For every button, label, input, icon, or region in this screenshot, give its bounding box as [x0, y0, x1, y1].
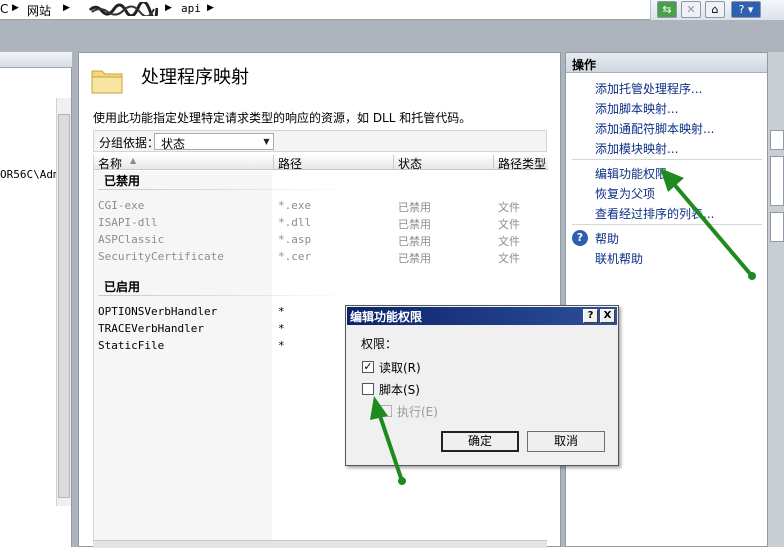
- connections-panel: OR56C\Adm: [0, 52, 72, 547]
- right-edge-panel: [768, 52, 784, 547]
- chevron-right-icon: ▶: [12, 3, 19, 13]
- chevron-right-icon: ▶: [63, 3, 70, 13]
- stop-icon[interactable]: ✕: [681, 1, 701, 18]
- home-icon[interactable]: ⌂: [705, 1, 725, 18]
- feature-description: 使用此功能指定处理特定请求类型的响应的资源，如 DLL 和托管代码。: [93, 111, 472, 125]
- dialog-title: 编辑功能权限: [350, 310, 423, 324]
- cancel-button[interactable]: 取消: [527, 431, 605, 452]
- cell-name: StaticFile: [98, 339, 165, 352]
- cell-name: OPTIONSVerbHandler: [98, 305, 218, 318]
- actions-header: 操作: [566, 53, 767, 73]
- column-header-name[interactable]: 名称 ▲: [94, 155, 274, 169]
- group-header-disabled[interactable]: 已禁用: [104, 172, 140, 189]
- column-header-label: 名称: [98, 157, 123, 169]
- cell-type: 文件: [498, 218, 520, 231]
- script-checkbox[interactable]: [362, 383, 374, 395]
- script-label[interactable]: 脚本(S): [379, 381, 420, 398]
- cell-state: 已禁用: [398, 235, 431, 248]
- edit-feature-permissions-dialog: 编辑功能权限 ? X 权限： ✓ 读取(R) 脚本(S) 执行(E) 确定 取消: [345, 305, 619, 466]
- dialog-titlebar[interactable]: 编辑功能权限 ? X: [347, 307, 617, 325]
- group-divider: [98, 189, 354, 190]
- edge-dropdown[interactable]: [770, 212, 784, 242]
- cell-path: *: [278, 339, 285, 352]
- page-title: 处理程序映射: [141, 67, 249, 88]
- tree-scrollbar[interactable]: [56, 98, 71, 506]
- cell-type: 文件: [498, 235, 520, 248]
- help-icon[interactable]: ? ▾: [731, 1, 761, 18]
- dialog-help-button[interactable]: ?: [583, 309, 598, 323]
- actions-title: 操作: [572, 58, 597, 72]
- action-help[interactable]: 帮助: [595, 230, 619, 247]
- cell-name: ISAPI-dll: [98, 216, 158, 229]
- column-header-pathtype[interactable]: 路径类型: [494, 155, 548, 169]
- action-add-module-map[interactable]: 添加模块映射...: [595, 140, 678, 157]
- execute-label: 执行(E): [397, 405, 438, 419]
- help-icon: ?: [572, 230, 588, 246]
- cell-path: *: [278, 322, 285, 335]
- cell-path: *.dll: [278, 216, 312, 229]
- group-divider: [98, 295, 354, 296]
- action-add-wildcard-script-map[interactable]: 添加通配符脚本映射...: [595, 120, 714, 137]
- cell-path: *.cer: [278, 250, 312, 263]
- folder-icon: [91, 70, 123, 94]
- dialog-close-button[interactable]: X: [600, 309, 615, 323]
- refresh-icon[interactable]: ⇆: [657, 1, 677, 18]
- groupby-select[interactable]: 状态 ▼: [154, 133, 274, 151]
- cell-state: 已禁用: [398, 218, 431, 231]
- column-header-path[interactable]: 路径: [274, 155, 394, 169]
- edge-block: [770, 156, 784, 206]
- address-bar[interactable]: C ▶ 网站 ▶ ▶ api ▶ ⇆ ✕ ⌂ ? ▾: [0, 0, 784, 20]
- read-label[interactable]: 读取(R): [379, 359, 421, 376]
- cell-path: *: [278, 305, 285, 318]
- ok-button[interactable]: 确定: [441, 431, 519, 452]
- tree-scrollbar-thumb[interactable]: [58, 114, 70, 498]
- cell-type: 文件: [498, 201, 520, 214]
- actions-divider: [572, 159, 762, 160]
- groupby-bar: 分组依据： 状态 ▼: [93, 130, 547, 152]
- action-add-script-map[interactable]: 添加脚本映射...: [595, 100, 678, 117]
- cell-type: 文件: [498, 252, 520, 265]
- read-checkbox[interactable]: ✓: [362, 361, 374, 373]
- actions-divider: [572, 224, 762, 225]
- action-online-help[interactable]: 联机帮助: [595, 250, 643, 267]
- toolbar: ⇆ ✕ ⌂ ? ▾: [650, 0, 784, 20]
- cell-name: TRACEVerbHandler: [98, 322, 204, 335]
- feature-panel: 处理程序映射 使用此功能指定处理特定请求类型的响应的资源，如 DLL 和托管代码…: [78, 52, 561, 548]
- cell-state: 已禁用: [398, 252, 431, 265]
- cell-path: *.asp: [278, 233, 312, 246]
- chevron-right-icon: ▶: [207, 3, 214, 13]
- chevron-down-icon: ▼: [263, 137, 270, 146]
- groupby-label: 分组依据：: [99, 136, 160, 150]
- sort-asc-icon: ▲: [130, 156, 137, 165]
- tree-node-server[interactable]: OR56C\Adm: [0, 168, 56, 181]
- action-add-managed-handler[interactable]: 添加托管处理程序...: [595, 80, 702, 97]
- redacted-site-name: [88, 2, 158, 16]
- edge-block: [770, 130, 784, 150]
- cell-name: ASPClassic: [98, 233, 165, 246]
- group-header-enabled[interactable]: 已启用: [104, 278, 140, 295]
- table-header: 名称 ▲ 路径 状态 路径类型: [94, 154, 548, 170]
- column-header-state[interactable]: 状态: [394, 155, 494, 169]
- cell-name: SecurityCertificate: [98, 250, 224, 263]
- actions-panel: 操作 添加托管处理程序... 添加脚本映射... 添加通配符脚本映射... 添加…: [565, 52, 768, 547]
- breadcrumb-item-sites[interactable]: 网站: [27, 2, 51, 19]
- breadcrumb-item-server[interactable]: C: [0, 2, 8, 16]
- cell-path: *.exe: [278, 199, 312, 212]
- cell-state: 已禁用: [398, 201, 431, 214]
- chevron-right-icon: ▶: [165, 3, 172, 13]
- execute-checkbox[interactable]: [380, 405, 392, 417]
- action-view-ordered-list[interactable]: 查看经过排序的列表...: [595, 205, 714, 222]
- connections-header: [0, 52, 72, 68]
- breadcrumb-item-api[interactable]: api: [181, 2, 201, 15]
- action-edit-feature-permissions[interactable]: 编辑功能权限...: [595, 165, 678, 182]
- permissions-label: 权限：: [361, 337, 398, 351]
- action-revert-to-parent[interactable]: 恢复为父项: [595, 185, 655, 202]
- groupby-value: 状态: [161, 137, 186, 151]
- cell-name: CGI-exe: [98, 199, 145, 212]
